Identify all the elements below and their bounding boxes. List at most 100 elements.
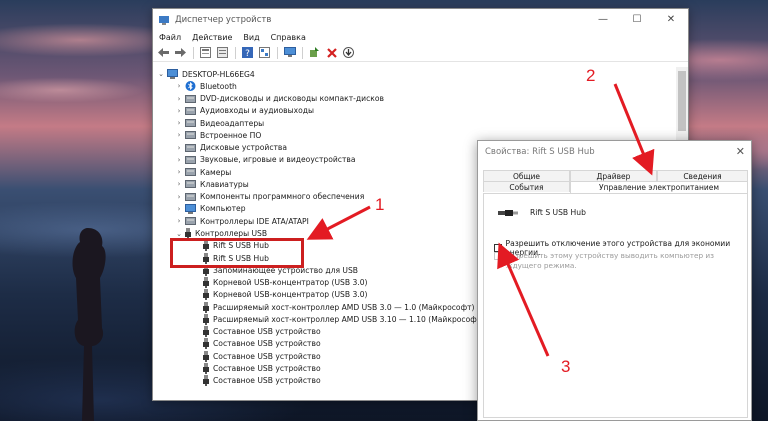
chevron-right-icon[interactable]: › — [175, 156, 183, 164]
tab-driver[interactable]: Драйвер — [570, 170, 657, 181]
chevron-right-icon[interactable]: › — [175, 119, 183, 127]
sound-icon — [185, 155, 196, 164]
tree-category[interactable]: › Контроллеры IDE ATA/ATAPI — [175, 215, 309, 227]
rift-hub-highlight-box — [170, 238, 304, 268]
annotation-label-3: 3 — [561, 357, 571, 376]
scrollbar-thumb[interactable] — [678, 71, 686, 131]
usb-cable-icon — [498, 209, 518, 216]
menu-help[interactable]: Справка — [271, 33, 306, 42]
chevron-right-icon[interactable]: › — [175, 180, 183, 188]
tree-category[interactable]: › Дисковые устройства — [175, 142, 287, 154]
minimize-button[interactable]: — — [586, 9, 620, 30]
uninstall-icon[interactable] — [325, 46, 338, 59]
tree-item-label: Контроллеры IDE ATA/ATAPI — [200, 216, 309, 226]
window-title: Диспетчер устройств — [175, 14, 272, 25]
usb-icon — [203, 375, 209, 387]
chevron-right-icon[interactable]: › — [175, 107, 183, 115]
chevron-right-icon[interactable]: › — [175, 82, 183, 90]
view-icon[interactable] — [258, 46, 271, 59]
menu-view[interactable]: Вид — [243, 33, 259, 42]
dvd-icon — [185, 94, 196, 103]
software-icon — [185, 192, 196, 201]
chevron-right-icon[interactable]: › — [175, 95, 183, 103]
tree-category[interactable]: › Компоненты программного обеспечения — [175, 191, 365, 203]
help-icon[interactable]: ? — [241, 46, 254, 59]
toolbar: ? — [153, 44, 688, 62]
usb-icon — [203, 289, 209, 301]
tree-item-label: Расширяемый хост-контроллер AMD USB 3.0 … — [213, 302, 475, 312]
tree-item-label: Аудиовходы и аудиовыходы — [200, 106, 314, 116]
tree-item-label: Корневой USB-концентратор (USB 3.0) — [213, 278, 368, 288]
tree-device[interactable]: Составное USB устройство — [193, 338, 321, 350]
properties-icon[interactable] — [199, 46, 212, 59]
tree-device[interactable]: Расширяемый хост-контроллер AMD USB 3.0 … — [193, 301, 474, 313]
allow-wake-checkbox — [494, 252, 502, 260]
tree-category[interactable]: › Аудиовходы и аудиовыходы — [175, 105, 314, 117]
tree-device[interactable]: Расширяемый хост-контроллер AMD USB 3.10… — [193, 313, 484, 325]
chevron-right-icon[interactable]: › — [175, 193, 183, 201]
annotation-label-2: 2 — [586, 66, 596, 85]
menu-file[interactable]: Файл — [159, 33, 181, 42]
toolbar-separator — [235, 46, 236, 59]
tree-item-label: Клавиатуры — [200, 179, 249, 189]
tree-device[interactable]: Составное USB устройство — [193, 350, 321, 362]
camera-icon — [185, 168, 196, 177]
tree-item-label: DESKTOP-HL66EG4 — [182, 69, 255, 79]
ide-icon — [185, 217, 196, 226]
toolbar-separator — [193, 46, 194, 59]
update-driver-icon[interactable] — [308, 46, 321, 59]
tree-device[interactable]: Составное USB устройство — [193, 375, 321, 387]
chevron-right-icon[interactable]: › — [175, 131, 183, 139]
maximize-button[interactable]: ☐ — [620, 9, 654, 30]
firmware-icon — [185, 131, 196, 140]
chevron-right-icon[interactable]: › — [175, 217, 183, 225]
properties-dialog: Свойства: Rift S USB Hub ✕ Общие Драйвер… — [477, 140, 752, 421]
tree-item-label: Составное USB устройство — [213, 351, 321, 361]
tab-details[interactable]: Сведения — [657, 170, 748, 181]
audio-icon — [185, 106, 196, 115]
annotation-label-1: 1 — [375, 195, 385, 214]
tree-category[interactable]: › Компьютер — [175, 203, 246, 215]
tree-device[interactable]: Корневой USB-концентратор (USB 3.0) — [193, 289, 368, 301]
tree-device[interactable]: Составное USB устройство — [193, 326, 321, 338]
tree-item-label: Составное USB устройство — [213, 376, 321, 386]
tab-general[interactable]: Общие — [483, 170, 570, 181]
allow-wake-option: Разрешить этому устройству выводить комп… — [494, 251, 734, 271]
chevron-right-icon[interactable]: › — [175, 205, 183, 213]
tree-category[interactable]: › Встроенное ПО — [175, 129, 262, 141]
list-icon[interactable] — [216, 46, 229, 59]
chevron-right-icon[interactable]: › — [175, 144, 183, 152]
tree-root[interactable]: ⌄ DESKTOP-HL66EG4 — [157, 68, 255, 80]
device-manager-icon — [159, 15, 169, 25]
close-button[interactable]: ✕ — [654, 9, 688, 30]
monitor-icon[interactable] — [283, 46, 296, 59]
tab-power-management[interactable]: Управление электропитанием — [570, 181, 748, 193]
tree-device[interactable]: Корневой USB-концентратор (USB 3.0) — [193, 277, 368, 289]
dialog-close-button[interactable]: ✕ — [736, 145, 745, 158]
tree-category[interactable]: › Камеры — [175, 166, 232, 178]
usb-icon — [203, 350, 209, 362]
forward-icon[interactable] — [174, 46, 187, 59]
tree-category[interactable]: › Bluetooth — [175, 80, 237, 92]
tab-events[interactable]: События — [483, 181, 570, 192]
menu-action[interactable]: Действие — [192, 33, 232, 42]
scan-icon[interactable] — [342, 46, 355, 59]
allow-wake-label: Разрешить этому устройству выводить комп… — [506, 251, 715, 270]
chevron-down-icon[interactable]: ⌄ — [157, 70, 165, 78]
tree-item-label: Звуковые, игровые и видеоустройства — [200, 155, 356, 165]
tree-category[interactable]: › Звуковые, игровые и видеоустройства — [175, 154, 356, 166]
tree-category[interactable]: › DVD-дисководы и дисководы компакт-диско… — [175, 93, 384, 105]
tree-item-label: Компоненты программного обеспечения — [200, 192, 365, 202]
chevron-right-icon[interactable]: › — [175, 168, 183, 176]
tree-item-label: Контроллеры USB — [195, 229, 268, 238]
back-icon[interactable] — [157, 46, 170, 59]
tree-category[interactable]: › Клавиатуры — [175, 178, 249, 190]
chevron-down-icon[interactable]: ⌄ — [175, 230, 183, 238]
tree-category[interactable]: › Видеоадаптеры — [175, 117, 265, 129]
tree-item-label: DVD-дисководы и дисководы компакт-дисков — [200, 94, 384, 104]
usb-icon — [203, 313, 209, 325]
tree-item-label: Расширяемый хост-контроллер AMD USB 3.10… — [213, 314, 485, 324]
usb-icon — [203, 338, 209, 350]
usb-icon — [203, 301, 209, 313]
tree-device[interactable]: Составное USB устройство — [193, 362, 321, 374]
